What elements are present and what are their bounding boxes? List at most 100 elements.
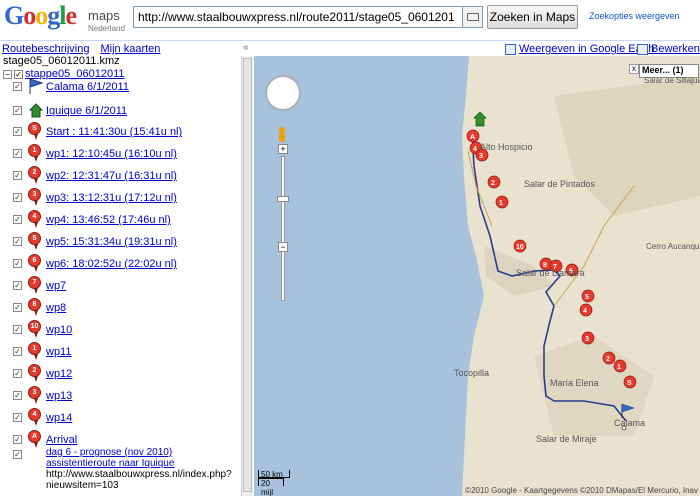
placemark-item[interactable]: ✓ 2 wp12 bbox=[0, 364, 241, 386]
map-label-alto-hospicio: Alto Hospicio bbox=[480, 142, 533, 152]
placemark-item[interactable]: ✓ 8 wp8 bbox=[0, 298, 241, 320]
map-copyright: ©2010 Google - Kaartgegevens ©2010 DMapa… bbox=[465, 486, 698, 495]
placemark-label[interactable]: wp2: 12:31:47u (16:31u nl) bbox=[46, 170, 177, 182]
placemark-checkbox[interactable]: ✓ bbox=[13, 391, 22, 400]
placemark-checkbox[interactable]: ✓ bbox=[13, 413, 22, 422]
marker-icon: 1 bbox=[28, 342, 41, 360]
placemark-item[interactable]: ✓ 3 wp13 bbox=[0, 386, 241, 408]
placemark-label[interactable]: wp14 bbox=[46, 412, 72, 424]
routes-link[interactable]: Routebeschrijving bbox=[2, 43, 89, 55]
search-button[interactable]: Zoeken in Maps bbox=[487, 5, 578, 29]
placemark-checkbox[interactable]: ✓ bbox=[13, 259, 22, 268]
google-maps-logo[interactable]: Google maps Nederland bbox=[4, 2, 125, 36]
marker-label: 5 bbox=[28, 232, 41, 250]
svg-text:1: 1 bbox=[617, 364, 621, 371]
placemark-checkbox[interactable]: ✓ bbox=[13, 171, 22, 180]
placemark-checkbox[interactable]: ✓ bbox=[13, 237, 22, 246]
map-scale: 50 km 20 mijl bbox=[258, 470, 290, 496]
header: Google maps Nederland http://www.staalbo… bbox=[0, 0, 700, 38]
placemark-item[interactable]: ✓ 1 wp1: 12:10:45u (16:10u nl) bbox=[0, 144, 241, 166]
placemark-label[interactable]: wp4: 13:46:52 (17:46u nl) bbox=[46, 214, 171, 226]
placemark-item[interactable]: ✓ Iquique 6/1/2011 bbox=[0, 101, 241, 123]
placemark-label[interactable]: Calama 6/1/2011 bbox=[46, 81, 129, 93]
placemark-checkbox[interactable]: ✓ bbox=[13, 303, 22, 312]
svg-text:10: 10 bbox=[516, 244, 524, 251]
placemark-label[interactable]: Arrival bbox=[46, 434, 77, 446]
placemark-checkbox[interactable]: ✓ bbox=[13, 82, 22, 91]
placemark-checkbox[interactable]: ✓ bbox=[13, 369, 22, 378]
placemark-checkbox[interactable]: ✓ bbox=[13, 435, 22, 444]
marker-label: S bbox=[28, 122, 41, 140]
placemark-item[interactable]: ✓ 1 wp11 bbox=[0, 342, 241, 364]
map-label-salar-pintados: Salar de Pintados bbox=[524, 179, 596, 189]
toolbar: Routebeschrijving Mijn kaarten « Weergev… bbox=[0, 40, 700, 56]
pan-control[interactable] bbox=[266, 76, 300, 110]
placemark-label[interactable]: wp12 bbox=[46, 368, 72, 380]
desc-checkbox[interactable]: ✓ bbox=[13, 450, 22, 459]
placemark-item[interactable]: ✓ 5 wp5: 15:31:34u (19:31u nl) bbox=[0, 232, 241, 254]
placemark-label[interactable]: wp1: 12:10:45u (16:10u nl) bbox=[46, 148, 177, 160]
placemark-item[interactable]: ✓ 2 wp2: 12:31:47u (16:31u nl) bbox=[0, 166, 241, 188]
map-canvas[interactable]: A 4 3 2 1 10 8 7 6 5 4 3 2 1 S + − x Mee… bbox=[254, 56, 700, 496]
placemark-checkbox[interactable]: ✓ bbox=[13, 325, 22, 334]
placemark-label[interactable]: Start : 11:41:30u (15:41u nl) bbox=[46, 126, 182, 138]
placemark-label[interactable]: wp3: 13:12:31u (17:12u nl) bbox=[46, 192, 177, 204]
zoom-track[interactable] bbox=[281, 156, 285, 301]
placemark-checkbox[interactable]: ✓ bbox=[13, 149, 22, 158]
panel-scrollbar[interactable] bbox=[241, 56, 253, 496]
placemark-item[interactable]: ✓ 7 wp7 bbox=[0, 276, 241, 298]
placemark-item[interactable]: ✓ S Start : 11:41:30u (15:41u nl) bbox=[0, 122, 241, 144]
svg-text:4: 4 bbox=[583, 308, 587, 315]
marker-label: 4 bbox=[28, 210, 41, 228]
marker-label: 1 bbox=[28, 144, 41, 162]
placemark-checkbox[interactable]: ✓ bbox=[13, 193, 22, 202]
placemark-label[interactable]: wp5: 15:31:34u (19:31u nl) bbox=[46, 236, 177, 248]
marker-label: 6 bbox=[28, 254, 41, 272]
placemark-label[interactable]: wp11 bbox=[46, 346, 71, 358]
placemark-label[interactable]: wp8 bbox=[46, 302, 66, 314]
search-options-link[interactable]: Zoekopties weergeven bbox=[589, 11, 680, 21]
placemark-label[interactable]: wp13 bbox=[46, 390, 72, 402]
map-label-salar-miraje: Salar de Miraje bbox=[536, 434, 597, 444]
placemark-item[interactable]: ✓ 3 wp3: 13:12:31u (17:12u nl) bbox=[0, 188, 241, 210]
placemark-item[interactable]: ✓ 4 wp14 bbox=[0, 408, 241, 430]
svg-text:4: 4 bbox=[473, 146, 477, 153]
view-in-earth-link[interactable]: Weergeven in Google Earth bbox=[505, 43, 655, 55]
placemark-checkbox[interactable]: ✓ bbox=[13, 127, 22, 136]
placemark-checkbox[interactable]: ✓ bbox=[13, 347, 22, 356]
map-label-maria-elena: María Elena bbox=[550, 378, 599, 388]
marker-label: 10 bbox=[28, 320, 41, 338]
my-maps-link[interactable]: Mijn kaarten bbox=[101, 43, 161, 55]
house-icon bbox=[28, 101, 44, 122]
placemark-checkbox[interactable]: ✓ bbox=[13, 106, 22, 115]
marker-label: 3 bbox=[28, 386, 41, 404]
placemark-label[interactable]: wp10 bbox=[46, 324, 72, 336]
placemark-item[interactable]: ✓ Calama 6/1/2011 bbox=[0, 77, 241, 99]
svg-text:1: 1 bbox=[499, 200, 503, 207]
marker-label: A bbox=[28, 430, 41, 448]
marker-icon: 8 bbox=[28, 298, 41, 316]
close-icon[interactable]: x bbox=[629, 64, 639, 74]
zoom-out-button[interactable]: − bbox=[278, 242, 288, 252]
placemark-label[interactable]: wp6: 18:02:52u (22:02u nl) bbox=[46, 258, 177, 270]
placemark-label[interactable]: wp7 bbox=[46, 280, 66, 292]
marker-label: 8 bbox=[28, 298, 41, 316]
earth-label: Weergeven in Google Earth bbox=[519, 43, 655, 55]
marker-icon: 7 bbox=[28, 276, 41, 294]
placemark-label[interactable]: Iquique 6/1/2011 bbox=[46, 105, 127, 117]
collapse-panel-button[interactable]: « bbox=[243, 42, 249, 53]
marker-icon: 3 bbox=[28, 386, 41, 404]
placemark-item[interactable]: ✓ 4 wp4: 13:46:52 (17:46u nl) bbox=[0, 210, 241, 232]
placemark-item[interactable]: ✓ 10 wp10 bbox=[0, 320, 241, 342]
placemark-checkbox[interactable]: ✓ bbox=[13, 281, 22, 290]
edit-link[interactable]: Bewerken bbox=[637, 43, 700, 55]
zoom-in-button[interactable]: + bbox=[278, 144, 288, 154]
street-view-pegman-icon[interactable] bbox=[277, 126, 287, 144]
search-input[interactable]: http://www.staalbouwxpress.nl/route2011/… bbox=[133, 6, 463, 28]
placemark-item[interactable]: ✓ 6 wp6: 18:02:52u (22:02u nl) bbox=[0, 254, 241, 276]
zoom-slider-handle[interactable] bbox=[277, 196, 289, 202]
keyboard-icon[interactable] bbox=[463, 6, 483, 28]
placemark-checkbox[interactable]: ✓ bbox=[13, 215, 22, 224]
description-title[interactable]: dag 6 - prognose (nov 2010) assistentier… bbox=[46, 447, 236, 469]
map-label-cerro: Cerro Aucanquilcha bbox=[646, 242, 700, 251]
